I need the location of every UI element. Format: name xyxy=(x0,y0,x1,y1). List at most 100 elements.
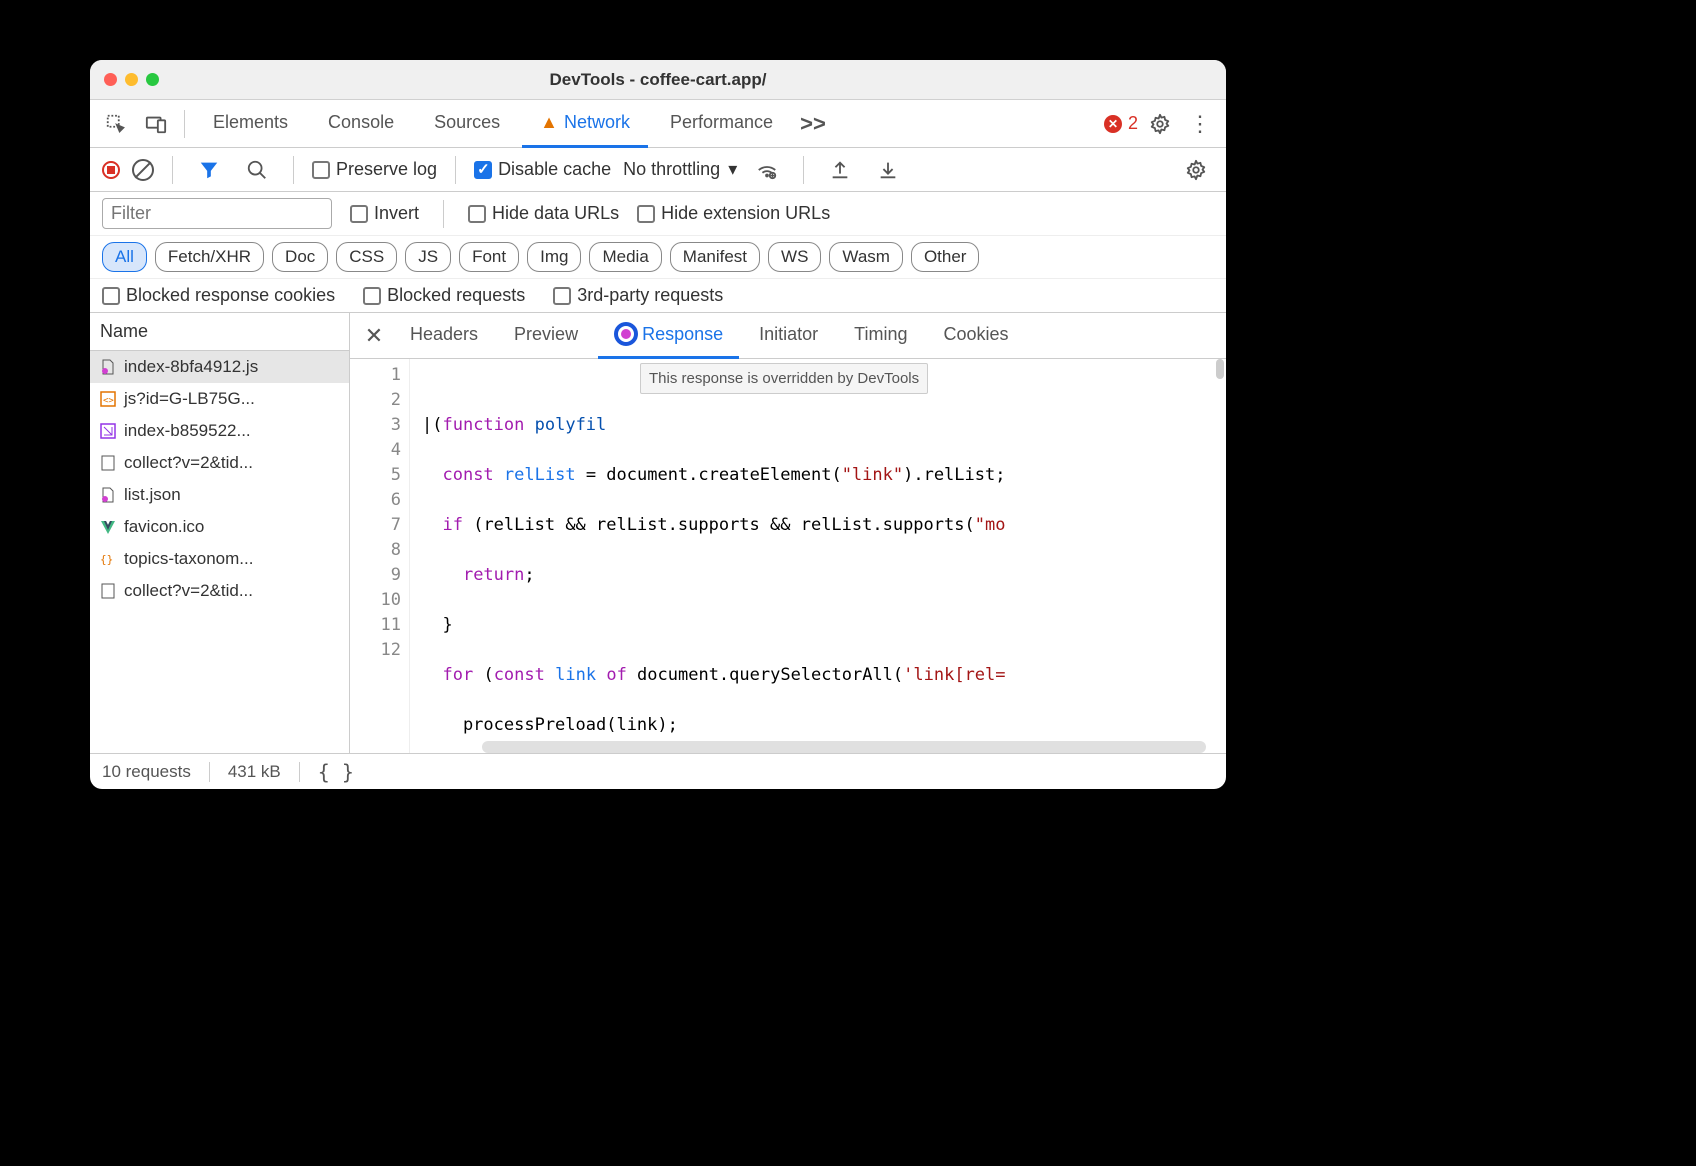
xhr-icon: {} xyxy=(100,551,116,567)
type-pill-manifest[interactable]: Manifest xyxy=(670,242,760,272)
request-row[interactable]: index-b859522... xyxy=(90,415,349,447)
throttling-dropdown[interactable]: No throttling ▾ xyxy=(623,159,737,180)
traffic-lights xyxy=(104,73,159,86)
maximize-window-button[interactable] xyxy=(146,73,159,86)
clear-button[interactable] xyxy=(132,159,154,181)
tab-console[interactable]: Console xyxy=(310,100,412,148)
json-file-icon xyxy=(100,487,116,503)
transferred-size: 431 kB xyxy=(228,762,281,782)
pretty-print-button[interactable]: { } xyxy=(318,760,354,784)
chevron-down-icon: ▾ xyxy=(728,159,737,180)
line-number-gutter: 123 456 789 101112 xyxy=(350,359,410,753)
tab-elements[interactable]: Elements xyxy=(195,100,306,148)
tab-sources[interactable]: Sources xyxy=(416,100,518,148)
filter-row: Invert Hide data URLs Hide extension URL… xyxy=(90,192,1226,236)
type-pill-doc[interactable]: Doc xyxy=(272,242,328,272)
override-tooltip: This response is overridden by DevTools xyxy=(640,363,928,394)
tab-network[interactable]: ▲ Network xyxy=(522,100,648,148)
type-pill-all[interactable]: All xyxy=(102,242,147,272)
extra-filters-row: Blocked response cookies Blocked request… xyxy=(90,279,1226,313)
upload-har-icon[interactable] xyxy=(822,152,858,188)
request-row[interactable]: collect?v=2&tid... xyxy=(90,575,349,607)
close-detail-button[interactable]: ✕ xyxy=(358,320,390,352)
close-window-button[interactable] xyxy=(104,73,117,86)
type-pill-css[interactable]: CSS xyxy=(336,242,397,272)
tab-initiator[interactable]: Initiator xyxy=(743,313,834,359)
type-pill-ws[interactable]: WS xyxy=(768,242,821,272)
checkbox-icon xyxy=(312,161,330,179)
tab-response[interactable]: Response xyxy=(598,313,739,359)
tab-cookies[interactable]: Cookies xyxy=(928,313,1025,359)
preserve-log-checkbox[interactable]: Preserve log xyxy=(312,159,437,180)
name-column-header[interactable]: Name xyxy=(90,313,349,351)
device-toolbar-icon[interactable] xyxy=(138,106,174,142)
type-pill-js[interactable]: JS xyxy=(405,242,451,272)
request-row[interactable]: {} topics-taxonom... xyxy=(90,543,349,575)
svg-text:<>: <> xyxy=(103,396,114,406)
network-settings-gear-icon[interactable] xyxy=(1178,152,1214,188)
more-tabs-button[interactable]: >> xyxy=(795,106,831,142)
script-icon: <> xyxy=(100,391,116,407)
hide-data-urls-checkbox[interactable]: Hide data URLs xyxy=(468,203,619,224)
checkbox-checked-icon xyxy=(474,161,492,179)
tab-headers[interactable]: Headers xyxy=(394,313,494,359)
network-toolbar: Preserve log Disable cache No throttling… xyxy=(90,148,1226,192)
error-count-badge[interactable]: ✕ 2 xyxy=(1104,113,1138,134)
record-button[interactable] xyxy=(102,161,120,179)
detail-panel: ✕ Headers Preview Response Initiator Tim… xyxy=(350,313,1226,753)
blocked-cookies-checkbox[interactable]: Blocked response cookies xyxy=(102,285,335,306)
tab-performance[interactable]: Performance xyxy=(652,100,791,148)
type-pill-font[interactable]: Font xyxy=(459,242,519,272)
minimize-window-button[interactable] xyxy=(125,73,138,86)
document-icon xyxy=(100,455,116,471)
css-file-icon xyxy=(100,423,116,439)
request-list-sidebar: Name index-8bfa4912.js <> js?id=G-LB75G.… xyxy=(90,313,350,753)
request-row[interactable]: list.json xyxy=(90,479,349,511)
request-count: 10 requests xyxy=(102,762,191,782)
type-pill-other[interactable]: Other xyxy=(911,242,980,272)
search-icon[interactable] xyxy=(239,152,275,188)
filter-icon[interactable] xyxy=(191,152,227,188)
network-conditions-icon[interactable] xyxy=(749,152,785,188)
inspect-element-icon[interactable] xyxy=(98,106,134,142)
download-har-icon[interactable] xyxy=(870,152,906,188)
third-party-checkbox[interactable]: 3rd-party requests xyxy=(553,285,723,306)
settings-gear-icon[interactable] xyxy=(1142,106,1178,142)
filter-input[interactable] xyxy=(102,198,332,229)
network-body: Name index-8bfa4912.js <> js?id=G-LB75G.… xyxy=(90,313,1226,753)
invert-checkbox[interactable]: Invert xyxy=(350,203,419,224)
error-icon: ✕ xyxy=(1104,115,1122,133)
document-icon xyxy=(100,583,116,599)
horizontal-scrollbar[interactable] xyxy=(482,741,1206,753)
type-pill-fetch-xhr[interactable]: Fetch/XHR xyxy=(155,242,264,272)
request-row[interactable]: <> js?id=G-LB75G... xyxy=(90,383,349,415)
request-row[interactable]: collect?v=2&tid... xyxy=(90,447,349,479)
code-content[interactable]: This response is overridden by DevTools … xyxy=(410,359,1226,753)
override-indicator-icon xyxy=(614,322,638,346)
type-pill-wasm[interactable]: Wasm xyxy=(829,242,903,272)
request-row[interactable]: favicon.ico xyxy=(90,511,349,543)
js-file-override-icon xyxy=(100,359,116,375)
main-tabs: Elements Console Sources ▲ Network Perfo… xyxy=(90,100,1226,148)
request-list[interactable]: index-8bfa4912.js <> js?id=G-LB75G... in… xyxy=(90,351,349,753)
tab-timing[interactable]: Timing xyxy=(838,313,923,359)
response-code-editor[interactable]: 123 456 789 101112 This response is over… xyxy=(350,359,1226,753)
tab-preview[interactable]: Preview xyxy=(498,313,594,359)
warning-icon: ▲ xyxy=(540,112,558,133)
titlebar: DevTools - coffee-cart.app/ xyxy=(90,60,1226,100)
type-pill-media[interactable]: Media xyxy=(589,242,661,272)
separator xyxy=(184,110,185,138)
disable-cache-checkbox[interactable]: Disable cache xyxy=(474,159,611,180)
svg-text:{}: {} xyxy=(100,553,113,566)
status-bar: 10 requests 431 kB { } xyxy=(90,753,1226,789)
type-pill-img[interactable]: Img xyxy=(527,242,581,272)
vue-icon xyxy=(100,519,116,535)
window-title: DevTools - coffee-cart.app/ xyxy=(90,70,1226,90)
devtools-window: DevTools - coffee-cart.app/ Elements Con… xyxy=(90,60,1226,789)
blocked-requests-checkbox[interactable]: Blocked requests xyxy=(363,285,525,306)
resource-type-filters: All Fetch/XHR Doc CSS JS Font Img Media … xyxy=(90,236,1226,279)
detail-tabs: ✕ Headers Preview Response Initiator Tim… xyxy=(350,313,1226,359)
kebab-menu-icon[interactable]: ⋮ xyxy=(1182,106,1218,142)
hide-extension-urls-checkbox[interactable]: Hide extension URLs xyxy=(637,203,830,224)
request-row[interactable]: index-8bfa4912.js xyxy=(90,351,349,383)
